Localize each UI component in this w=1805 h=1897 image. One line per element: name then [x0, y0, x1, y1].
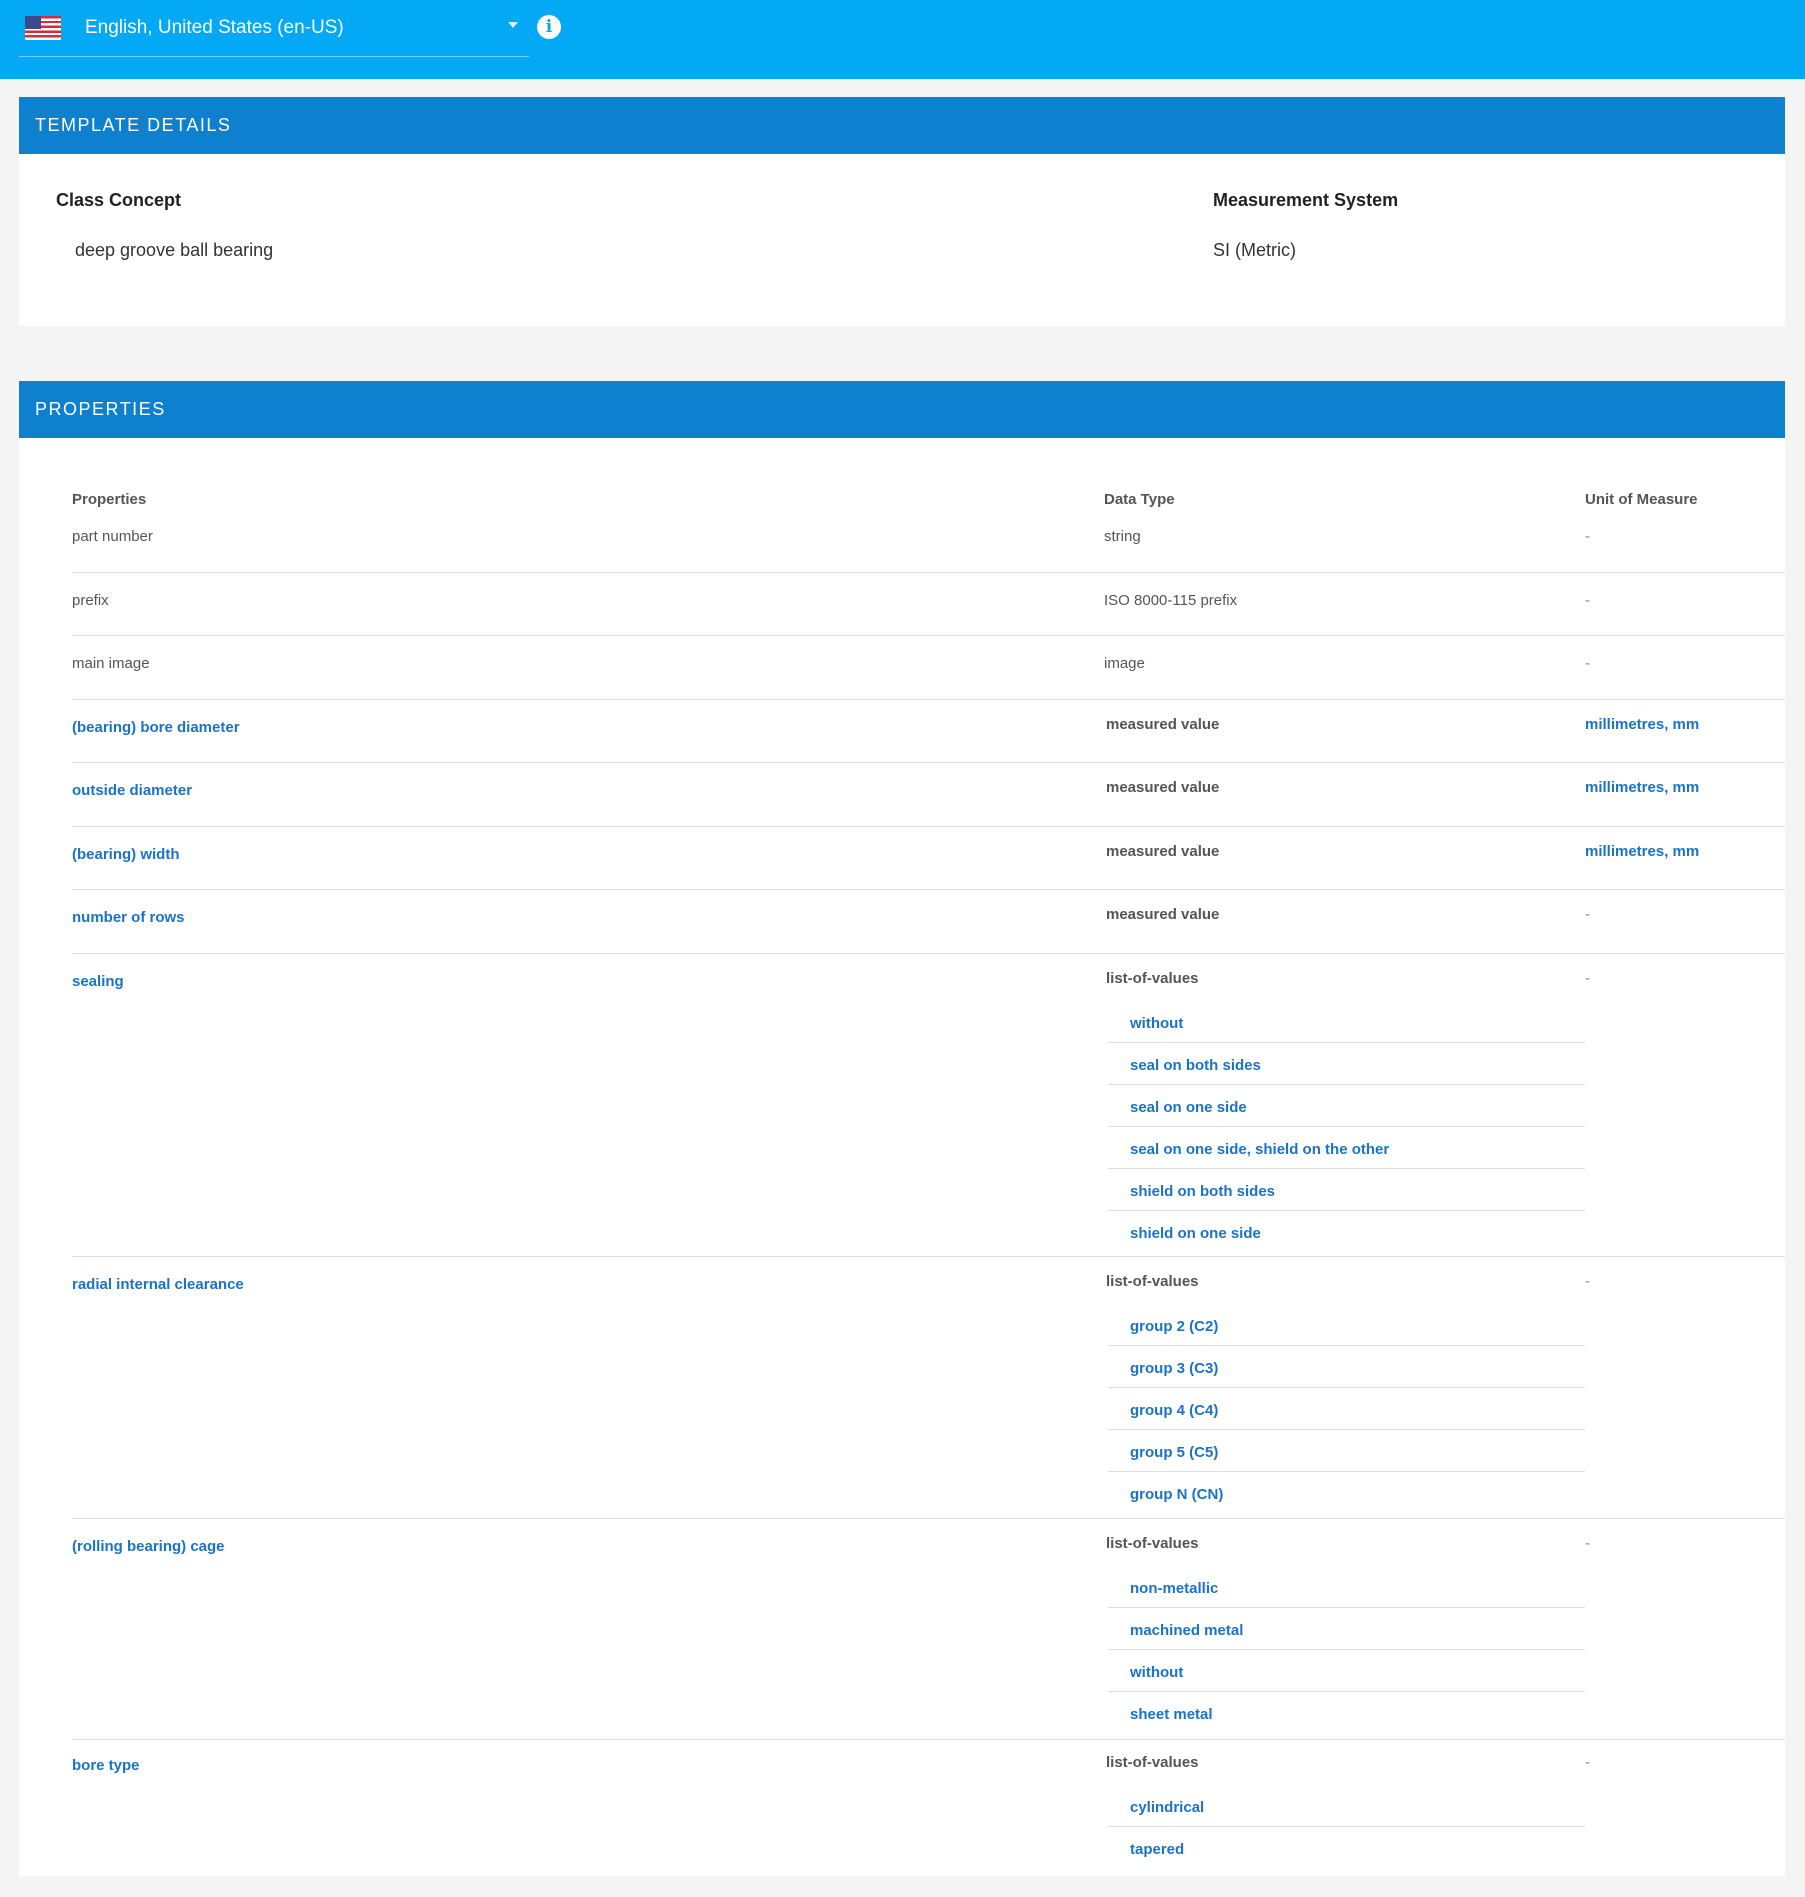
- row-divider: [72, 889, 1785, 890]
- unit-of-measure-empty: -: [1585, 592, 1590, 609]
- property-data-type: measured value: [1106, 716, 1220, 733]
- language-select-value: English, United States (en-US): [85, 17, 344, 38]
- list-value-divider: [1108, 1387, 1585, 1388]
- list-value-item[interactable]: group 4 (C4): [1130, 1402, 1218, 1419]
- template-details-header: TEMPLATE DETAILS: [19, 97, 1785, 154]
- row-divider: [72, 953, 1785, 954]
- us-flag-icon: [25, 16, 61, 40]
- list-value-divider: [1108, 1084, 1585, 1085]
- row-divider: [72, 762, 1785, 763]
- row-divider: [72, 572, 1785, 573]
- row-divider: [72, 1256, 1785, 1257]
- unit-of-measure-empty: -: [1585, 970, 1590, 987]
- property-name[interactable]: (bearing) bore diameter: [72, 719, 240, 736]
- list-value-item[interactable]: tapered: [1130, 1841, 1184, 1858]
- list-value-item[interactable]: shield on one side: [1130, 1225, 1261, 1242]
- template-details-card: TEMPLATE DETAILS Class Concept deep groo…: [19, 97, 1785, 326]
- list-value-item[interactable]: group N (CN): [1130, 1486, 1223, 1503]
- list-value-item[interactable]: group 2 (C2): [1130, 1318, 1218, 1335]
- list-value-divider: [1108, 1042, 1585, 1043]
- property-name: main image: [72, 655, 150, 672]
- property-data-type: measured value: [1106, 779, 1220, 796]
- unit-of-measure-link[interactable]: millimetres, mm: [1585, 843, 1699, 860]
- list-value-item[interactable]: shield on both sides: [1130, 1183, 1275, 1200]
- row-divider: [72, 826, 1785, 827]
- list-value-divider: [1108, 1826, 1585, 1827]
- property-name[interactable]: sealing: [72, 973, 124, 990]
- column-header-properties: Properties: [72, 491, 147, 508]
- list-value-item[interactable]: seal on one side: [1130, 1099, 1247, 1116]
- unit-of-measure-link[interactable]: millimetres, mm: [1585, 779, 1699, 796]
- measurement-system-value: SI (Metric): [1213, 240, 1296, 260]
- list-value-divider: [1108, 1607, 1585, 1608]
- measurement-system-label: Measurement System: [1213, 190, 1399, 210]
- list-value-item[interactable]: machined metal: [1130, 1622, 1243, 1639]
- property-name[interactable]: number of rows: [72, 909, 185, 926]
- class-concept-label: Class Concept: [56, 190, 182, 210]
- list-value-divider: [1108, 1210, 1585, 1211]
- list-value-item[interactable]: group 5 (C5): [1130, 1444, 1218, 1461]
- info-icon[interactable]: i: [537, 15, 561, 39]
- unit-of-measure-empty: -: [1585, 1273, 1590, 1290]
- unit-of-measure-link[interactable]: millimetres, mm: [1585, 716, 1699, 733]
- property-data-type: list-of-values: [1106, 1535, 1199, 1552]
- list-value-divider: [1108, 1471, 1585, 1472]
- property-name[interactable]: outside diameter: [72, 782, 192, 799]
- row-divider: [72, 1518, 1785, 1519]
- property-data-type: ISO 8000-115 prefix: [1104, 592, 1238, 609]
- list-value-item[interactable]: sheet metal: [1130, 1706, 1213, 1723]
- list-value-item[interactable]: cylindrical: [1130, 1799, 1204, 1816]
- list-value-item[interactable]: group 3 (C3): [1130, 1360, 1218, 1377]
- property-data-type: string: [1104, 528, 1141, 545]
- property-data-type: list-of-values: [1106, 1273, 1199, 1290]
- property-data-type: image: [1104, 655, 1145, 672]
- property-name[interactable]: radial internal clearance: [72, 1276, 244, 1293]
- language-select[interactable]: English, United States (en-US): [19, 8, 529, 57]
- list-value-item[interactable]: seal on both sides: [1130, 1057, 1261, 1074]
- list-value-item[interactable]: without: [1130, 1664, 1183, 1681]
- unit-of-measure-empty: -: [1585, 528, 1590, 545]
- row-divider: [72, 1739, 1785, 1740]
- column-header-unit-of-measure: Unit of Measure: [1585, 491, 1698, 508]
- unit-of-measure-empty: -: [1585, 655, 1590, 672]
- properties-card: PROPERTIES: [19, 381, 1785, 1876]
- list-value-divider: [1108, 1429, 1585, 1430]
- list-value-item[interactable]: seal on one side, shield on the other: [1130, 1141, 1389, 1158]
- property-name[interactable]: (rolling bearing) cage: [72, 1538, 225, 1555]
- properties-header: PROPERTIES: [19, 381, 1785, 438]
- row-divider: [72, 699, 1785, 700]
- property-data-type: list-of-values: [1106, 970, 1199, 987]
- list-value-item[interactable]: non-metallic: [1130, 1580, 1218, 1597]
- list-value-divider: [1108, 1691, 1585, 1692]
- unit-of-measure-empty: -: [1585, 1754, 1590, 1771]
- top-bar: English, United States (en-US) i: [0, 0, 1805, 79]
- column-header-data-type: Data Type: [1104, 491, 1175, 508]
- property-name: part number: [72, 528, 153, 545]
- row-divider: [72, 635, 1785, 636]
- chevron-down-icon[interactable]: [508, 22, 518, 28]
- list-value-divider: [1108, 1168, 1585, 1169]
- list-value-item[interactable]: without: [1130, 1015, 1183, 1032]
- unit-of-measure-empty: -: [1585, 906, 1590, 923]
- property-name[interactable]: (bearing) width: [72, 846, 180, 863]
- list-value-divider: [1108, 1649, 1585, 1650]
- list-value-divider: [1108, 1126, 1585, 1127]
- list-value-divider: [1108, 1345, 1585, 1346]
- property-name: prefix: [72, 592, 109, 609]
- property-data-type: list-of-values: [1106, 1754, 1199, 1771]
- property-data-type: measured value: [1106, 906, 1220, 923]
- class-concept-value: deep groove ball bearing: [75, 240, 274, 260]
- property-name[interactable]: bore type: [72, 1757, 140, 1774]
- unit-of-measure-empty: -: [1585, 1535, 1590, 1552]
- property-data-type: measured value: [1106, 843, 1220, 860]
